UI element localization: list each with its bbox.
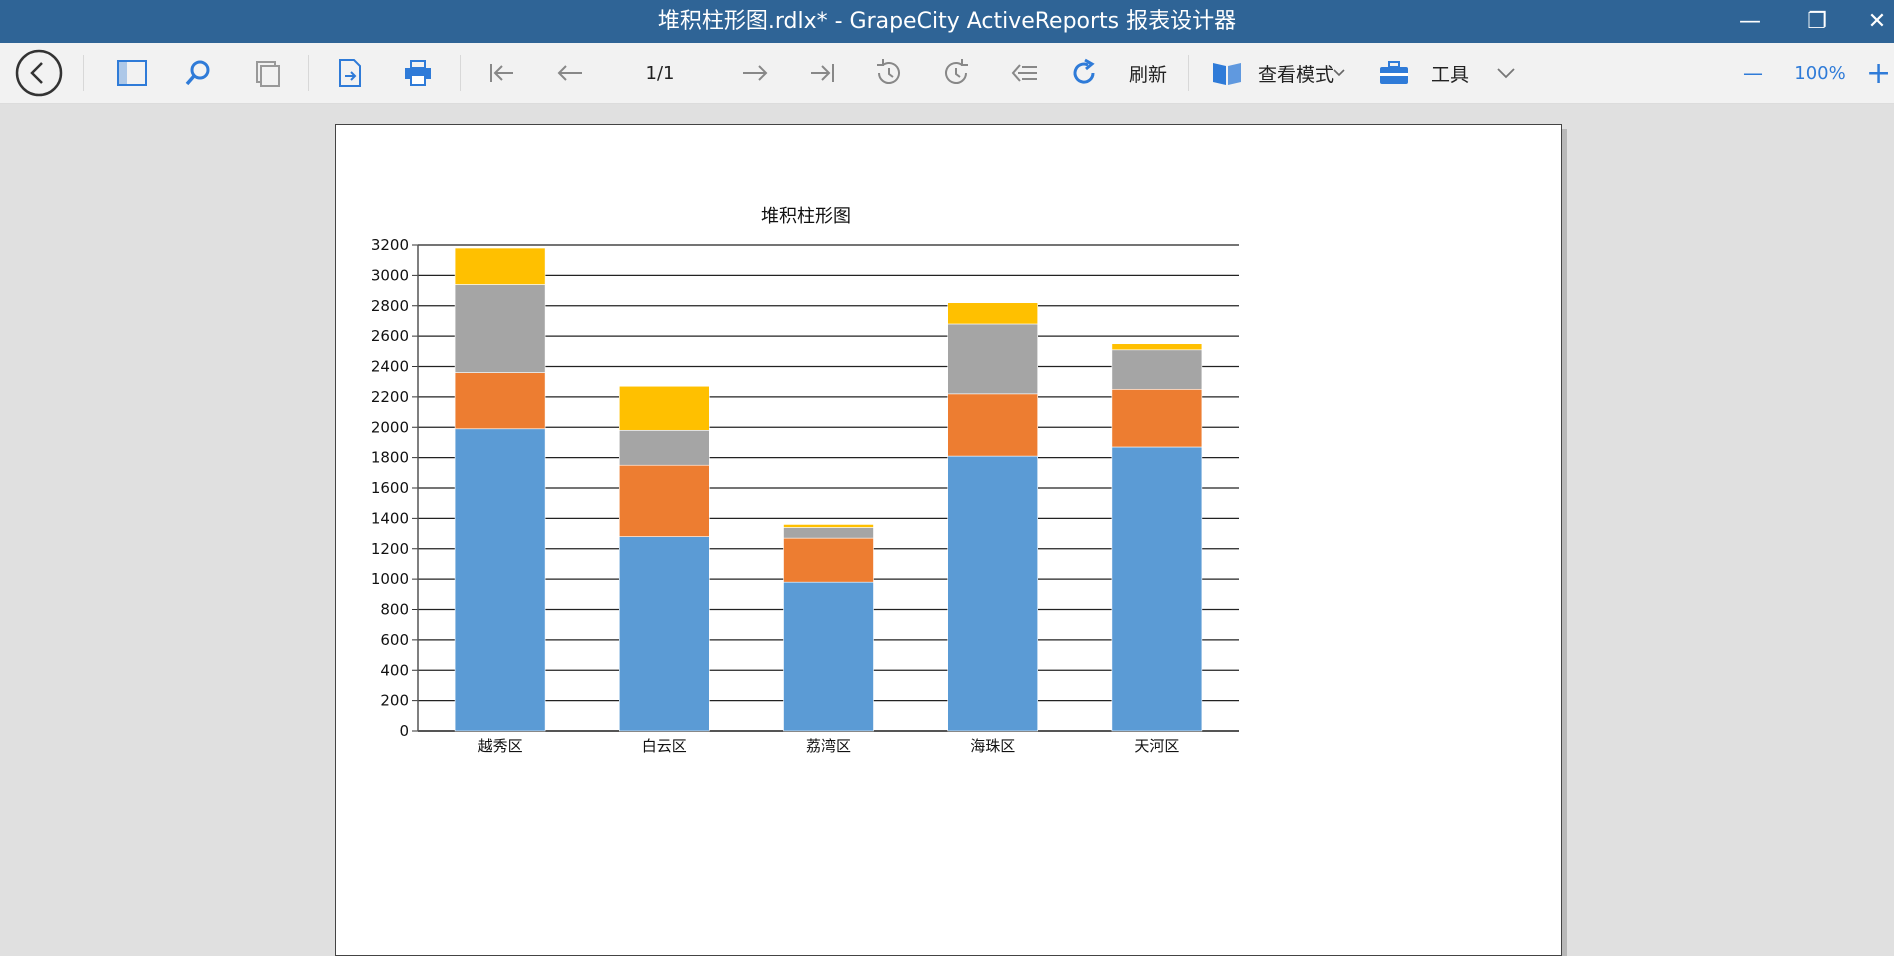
bar-segment-1-2 (618, 429, 710, 466)
y-tick-label: 2600 (371, 327, 409, 345)
first-page-icon (490, 64, 513, 82)
y-tick-label: 2400 (371, 358, 409, 376)
next-page-icon (743, 65, 768, 81)
refresh-icon (1073, 58, 1095, 84)
sidebar-toggle-icon (117, 60, 147, 86)
x-tick-label: 荔湾区 (806, 737, 851, 755)
y-tick-label: 800 (380, 601, 409, 619)
history-back-button[interactable] (868, 43, 908, 103)
view-mode-label: 查看模式 (1258, 63, 1335, 86)
thumbnails-icon (256, 61, 280, 87)
bar-segment-0-1 (454, 372, 546, 430)
bar-segment-2-1 (783, 537, 874, 583)
last-page-icon (811, 64, 834, 82)
chart-title: 堆积柱形图 (761, 206, 851, 227)
back-to-parent-button[interactable] (1005, 43, 1045, 103)
y-tick-label: 0 (399, 722, 409, 740)
back-icon (15, 49, 63, 97)
bar-segment-4-1 (1111, 388, 1203, 448)
y-tick-label: 2200 (371, 388, 409, 406)
y-tick-label: 1600 (371, 479, 409, 497)
zoom-in-icon: + (1866, 55, 1892, 91)
stacked-column-chart: 堆积柱形图 0 200 400 600 800 1000 1200 1400 1600 1800 2… (371, 206, 1239, 755)
y-tick-label: 1000 (371, 570, 409, 588)
y-tick-label: 1400 (371, 509, 409, 527)
bar-segment-0-0 (454, 428, 546, 732)
toolbar: 1/1 刷新 查看模式 工具 — 100% + (0, 43, 1894, 104)
view-mode-icon-button[interactable] (1206, 43, 1248, 103)
x-tick-label: 越秀区 (478, 737, 523, 755)
close-icon: ✕ (1867, 9, 1887, 34)
tools-icon-button[interactable] (1373, 43, 1415, 103)
refresh-button[interactable] (1062, 43, 1106, 103)
prev-page-button[interactable] (550, 43, 590, 103)
bar-segment-0-2 (454, 284, 546, 373)
close-button[interactable]: ✕ (1852, 0, 1894, 43)
next-page-button[interactable] (735, 43, 775, 103)
chevron-down-icon (1333, 69, 1345, 77)
last-page-button[interactable] (802, 43, 842, 103)
restore-button[interactable]: ❐ (1792, 0, 1842, 43)
title-bar: 堆积柱形图.rdlx* - GrapeCity ActiveReports 报表… (0, 0, 1894, 43)
first-page-button[interactable] (482, 43, 522, 103)
zoom-in-button[interactable]: + (1866, 43, 1894, 103)
zoom-out-button[interactable]: — (1735, 43, 1771, 103)
zoom-out-icon: — (1743, 61, 1763, 85)
bar-segment-2-0 (783, 581, 874, 732)
bar-segment-3-3 (947, 302, 1039, 325)
print-button[interactable] (398, 43, 438, 103)
book-icon (1213, 63, 1241, 85)
restore-icon: ❐ (1807, 9, 1827, 34)
report-page: 堆积柱形图 0 200 400 600 800 1000 1200 1400 1600 1800 2… (335, 124, 1562, 956)
x-tick-label: 海珠区 (970, 737, 1015, 755)
back-to-parent-icon (1011, 64, 1037, 82)
chevron-down-icon (1497, 68, 1515, 79)
print-icon (405, 60, 431, 86)
window-title: 堆积柱形图.rdlx* - GrapeCity ActiveReports 报表… (657, 9, 1237, 34)
bar-segment-1-1 (618, 464, 710, 537)
search-button[interactable] (178, 43, 218, 103)
bar-segment-3-2 (947, 323, 1039, 395)
y-tick-label: 3000 (371, 266, 409, 284)
bar-segment-3-0 (947, 455, 1039, 732)
history-back-icon (877, 59, 900, 84)
zoom-level[interactable]: 100% (1786, 43, 1854, 103)
search-icon (185, 60, 210, 86)
minimize-button[interactable]: — (1725, 0, 1775, 43)
bar-segment-0-3 (454, 247, 546, 285)
toolbox-icon (1380, 61, 1408, 84)
y-tick-label: 2000 (371, 418, 409, 436)
y-tick-label: 200 (380, 692, 409, 710)
page-indicator[interactable]: 1/1 (630, 43, 690, 103)
bar-segment-1-0 (618, 536, 710, 732)
bar-segment-4-2 (1111, 349, 1203, 390)
x-tick-label: 天河区 (1134, 737, 1179, 755)
history-forward-icon (945, 59, 968, 84)
view-mode-dropdown[interactable]: 查看模式 (1258, 43, 1358, 103)
bar-segment-4-0 (1111, 446, 1203, 732)
history-forward-button[interactable] (937, 43, 977, 103)
prev-page-icon (557, 65, 582, 81)
refresh-label[interactable]: 刷新 (1118, 43, 1178, 103)
y-tick-label: 3200 (371, 236, 409, 254)
sidebar-toggle-button[interactable] (112, 43, 152, 103)
export-icon (339, 59, 361, 87)
tools-label[interactable]: 工具 (1428, 43, 1472, 103)
tools-dropdown-button[interactable] (1488, 43, 1524, 103)
y-tick-label: 400 (380, 661, 409, 679)
minimize-icon: — (1739, 9, 1761, 34)
export-button[interactable] (330, 43, 370, 103)
bar-segment-2-3 (783, 524, 874, 528)
y-tick-label: 600 (380, 631, 409, 649)
bar-segment-3-1 (947, 393, 1039, 457)
back-button[interactable] (12, 43, 66, 103)
y-tick-label: 1800 (371, 449, 409, 467)
bar-segment-1-3 (618, 385, 710, 431)
bar-segment-2-2 (783, 527, 874, 539)
y-tick-label: 2800 (371, 297, 409, 315)
thumbnails-button[interactable] (248, 43, 288, 103)
x-tick-label: 白云区 (642, 737, 687, 755)
bar-segment-4-3 (1111, 343, 1203, 351)
y-tick-label: 1200 (371, 540, 409, 558)
